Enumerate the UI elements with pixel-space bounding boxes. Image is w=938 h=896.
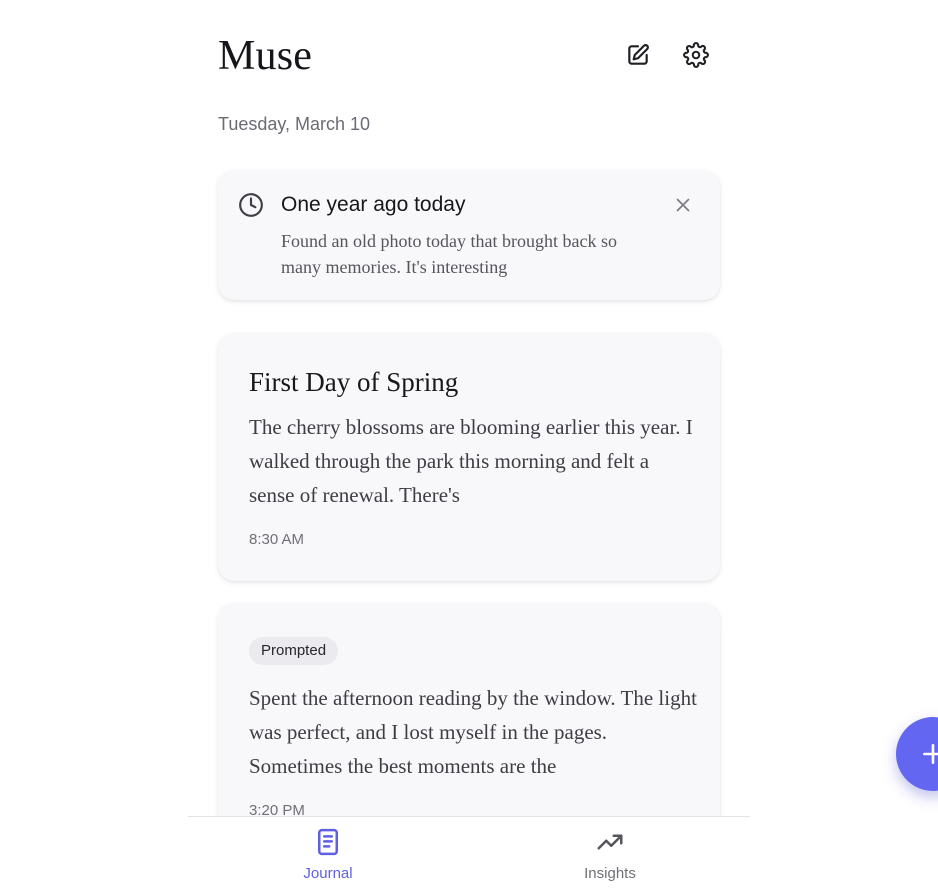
edit-icon	[628, 44, 649, 65]
add-entry-fab[interactable]	[896, 717, 938, 791]
bottom-navigation: Journal Insights	[188, 816, 750, 896]
entry-excerpt: Spent the afternoon reading by the windo…	[249, 686, 697, 778]
clock-icon	[239, 193, 263, 217]
entry-time: 8:30 AM	[249, 531, 305, 548]
journal-app: Muse Tuesday, March 10 One year ago toda…	[0, 0, 938, 896]
new-entry-button[interactable]	[621, 38, 655, 72]
current-date: Tuesday, March 10	[218, 114, 371, 134]
memory-title: One year ago today	[281, 193, 466, 216]
close-icon[interactable]	[672, 194, 694, 216]
gear-icon	[683, 42, 709, 68]
journal-entry-card[interactable]: First Day of Spring The cherry blossoms …	[218, 333, 720, 581]
memory-excerpt: Found an old photo today that brought ba…	[281, 231, 617, 277]
entry-excerpt: The cherry blossoms are blooming earlier…	[249, 415, 693, 507]
app-title: Muse	[218, 33, 313, 79]
memory-card[interactable]: One year ago today Found an old photo to…	[218, 170, 720, 300]
nav-item-insights[interactable]: Insights	[550, 827, 670, 891]
nav-item-journal[interactable]: Journal	[268, 827, 388, 891]
nav-label-journal: Journal	[303, 865, 353, 882]
nav-label-insights: Insights	[584, 865, 636, 882]
settings-button[interactable]	[679, 38, 713, 72]
entry-title: First Day of Spring	[249, 367, 459, 397]
notebook-icon	[318, 828, 338, 856]
trending-up-icon	[597, 834, 623, 850]
prompted-badge: Prompted	[249, 637, 339, 665]
plus-icon	[923, 744, 938, 764]
